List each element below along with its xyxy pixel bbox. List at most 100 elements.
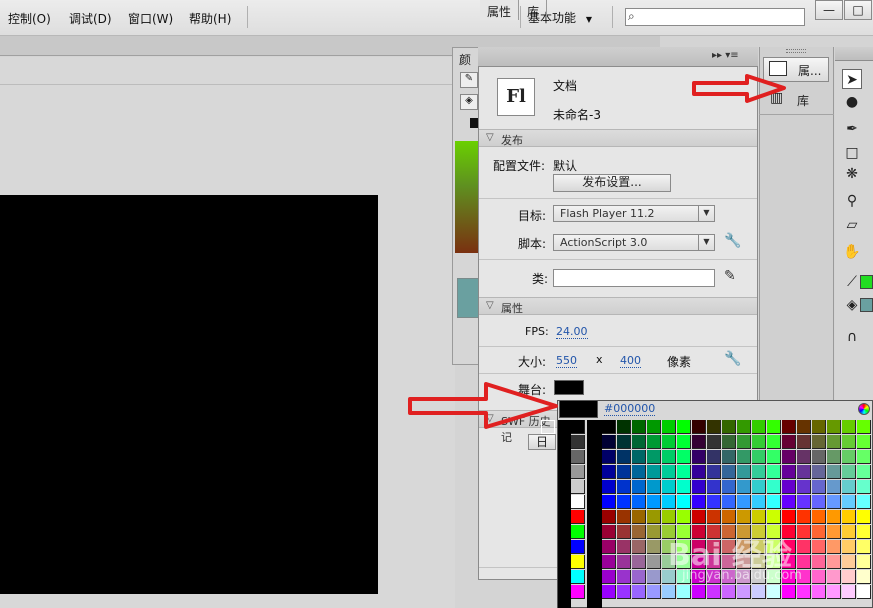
deco-tool-icon[interactable]: ❋ xyxy=(842,164,862,184)
fill-color-icon[interactable]: ◈ xyxy=(842,295,862,315)
color-swatch[interactable] xyxy=(571,555,585,569)
color-swatch[interactable] xyxy=(752,465,766,479)
color-swatch[interactable] xyxy=(737,435,751,449)
color-swatch[interactable] xyxy=(617,510,631,524)
color-swatch[interactable] xyxy=(722,510,736,524)
color-swatch[interactable] xyxy=(617,555,631,569)
color-swatch[interactable] xyxy=(707,510,721,524)
color-swatch[interactable] xyxy=(767,450,781,464)
color-swatch[interactable] xyxy=(857,435,871,449)
section-properties-header[interactable]: ▽ 属性 xyxy=(479,297,757,315)
color-swatch[interactable] xyxy=(677,420,691,434)
color-swatch[interactable] xyxy=(752,420,766,434)
color-swatch[interactable] xyxy=(827,585,841,599)
color-swatch[interactable] xyxy=(647,420,661,434)
color-swatch[interactable] xyxy=(857,540,871,554)
color-swatch[interactable] xyxy=(571,495,585,509)
color-swatch[interactable] xyxy=(632,525,646,539)
fps-value[interactable]: 24.00 xyxy=(556,325,588,339)
color-swatch[interactable] xyxy=(797,450,811,464)
swf-history-button[interactable]: 日 xyxy=(528,434,556,450)
color-swatch[interactable] xyxy=(632,450,646,464)
color-swatch[interactable] xyxy=(767,510,781,524)
color-swatch[interactable] xyxy=(722,480,736,494)
color-swatch[interactable] xyxy=(857,495,871,509)
color-swatch[interactable] xyxy=(692,420,706,434)
color-swatch[interactable] xyxy=(812,420,826,434)
color-swatch[interactable] xyxy=(617,435,631,449)
color-swatch[interactable] xyxy=(662,510,676,524)
color-swatch[interactable] xyxy=(677,465,691,479)
color-swatch[interactable] xyxy=(842,585,856,599)
selection-tool-icon[interactable]: ➤ xyxy=(842,69,862,89)
color-swatch[interactable] xyxy=(662,495,676,509)
color-swatch[interactable] xyxy=(752,510,766,524)
color-swatch[interactable] xyxy=(782,480,796,494)
color-swatch[interactable] xyxy=(767,585,781,599)
color-swatch[interactable] xyxy=(767,420,781,434)
color-swatch[interactable] xyxy=(647,435,661,449)
color-swatch[interactable] xyxy=(752,480,766,494)
color-swatch[interactable] xyxy=(752,495,766,509)
color-swatch[interactable] xyxy=(647,540,661,554)
menu-window[interactable]: 窗口(W) xyxy=(128,10,173,27)
pen-tool-icon[interactable]: ✒ xyxy=(842,119,862,139)
color-swatch[interactable] xyxy=(797,495,811,509)
color-swatch[interactable] xyxy=(571,480,585,494)
color-swatch[interactable] xyxy=(617,540,631,554)
color-swatch[interactable] xyxy=(707,585,721,599)
color-swatch[interactable] xyxy=(677,510,691,524)
tab-library[interactable]: 库 xyxy=(520,0,548,20)
color-swatch[interactable] xyxy=(782,585,796,599)
color-swatch[interactable] xyxy=(677,450,691,464)
pencil-icon[interactable]: ✎ xyxy=(460,72,478,88)
color-swatch[interactable] xyxy=(737,585,751,599)
color-swatch[interactable] xyxy=(857,570,871,584)
color-swatch[interactable] xyxy=(722,435,736,449)
color-swatch[interactable] xyxy=(797,480,811,494)
color-swatch[interactable] xyxy=(722,585,736,599)
color-swatch[interactable] xyxy=(617,525,631,539)
color-swatch[interactable] xyxy=(857,480,871,494)
color-swatch[interactable] xyxy=(647,465,661,479)
color-swatch[interactable] xyxy=(842,420,856,434)
menu-debug[interactable]: 调试(D) xyxy=(69,10,112,27)
color-swatch[interactable] xyxy=(647,525,661,539)
color-swatch[interactable] xyxy=(722,450,736,464)
color-swatch[interactable] xyxy=(617,465,631,479)
wrench-icon[interactable]: 🔧 xyxy=(724,351,741,367)
fill-color-swatch[interactable] xyxy=(860,298,873,312)
color-swatch[interactable] xyxy=(812,585,826,599)
color-swatch[interactable] xyxy=(797,525,811,539)
menu-control[interactable]: 控制(O) xyxy=(8,10,51,27)
color-swatch[interactable] xyxy=(632,420,646,434)
color-swatch[interactable] xyxy=(827,480,841,494)
color-swatch[interactable] xyxy=(692,495,706,509)
color-swatch[interactable] xyxy=(752,435,766,449)
color-swatch[interactable] xyxy=(662,585,676,599)
color-swatch[interactable] xyxy=(707,435,721,449)
color-swatch[interactable] xyxy=(707,495,721,509)
color-swatch[interactable] xyxy=(692,435,706,449)
color-swatch[interactable] xyxy=(602,450,616,464)
color-swatch[interactable] xyxy=(662,480,676,494)
color-swatch[interactable] xyxy=(647,495,661,509)
color-swatch[interactable] xyxy=(812,450,826,464)
color-swatch[interactable] xyxy=(571,570,585,584)
color-swatch[interactable] xyxy=(647,585,661,599)
color-swatch[interactable] xyxy=(677,480,691,494)
color-swatch[interactable] xyxy=(632,555,646,569)
color-swatch[interactable] xyxy=(737,465,751,479)
color-swatch[interactable] xyxy=(617,480,631,494)
color-swatch[interactable] xyxy=(571,510,585,524)
color-swatch[interactable] xyxy=(632,585,646,599)
target-select[interactable]: Flash Player 11.2 ▼ xyxy=(553,205,715,222)
publish-settings-button[interactable]: 发布设置... xyxy=(553,174,671,192)
color-swatch[interactable] xyxy=(662,420,676,434)
color-swatch[interactable] xyxy=(647,570,661,584)
color-swatch[interactable] xyxy=(827,540,841,554)
color-wheel-icon[interactable] xyxy=(858,403,870,415)
color-swatch[interactable] xyxy=(842,540,856,554)
color-swatch[interactable] xyxy=(602,555,616,569)
color-swatch[interactable] xyxy=(647,480,661,494)
